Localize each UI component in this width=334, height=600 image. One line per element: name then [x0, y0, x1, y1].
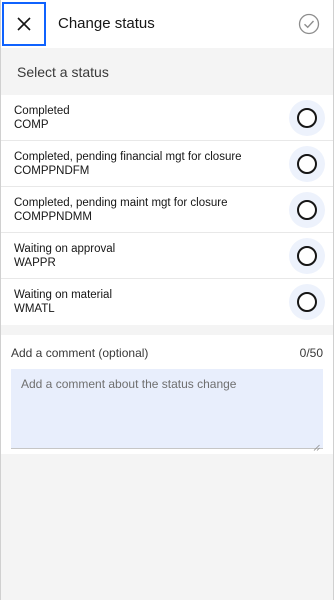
comment-field-wrapper — [11, 363, 323, 454]
comment-textarea[interactable] — [11, 369, 323, 449]
status-option-text: Completed, pending financial mgt for clo… — [14, 150, 242, 178]
status-code: COMP — [14, 118, 49, 131]
status-option-comppndmm[interactable]: Completed, pending maint mgt for closure… — [1, 187, 333, 233]
status-list: Completed COMP Completed, pending financ… — [1, 95, 333, 325]
resize-handle-icon[interactable] — [313, 444, 320, 451]
radio-circle-icon — [297, 107, 317, 128]
radio-button[interactable] — [289, 237, 325, 274]
status-code: COMPPNDMM — [14, 210, 92, 223]
status-option-text: Completed COMP — [14, 104, 70, 132]
page-title: Change status — [58, 15, 155, 32]
character-counter: 0/50 — [299, 346, 323, 360]
radio-circle-icon — [297, 292, 317, 312]
status-code: COMPPNDFM — [14, 164, 90, 177]
close-button[interactable] — [2, 1, 46, 46]
status-description: Completed — [14, 104, 70, 117]
status-description: Completed, pending maint mgt for closure — [14, 196, 228, 209]
status-code: WAPPR — [14, 256, 56, 269]
radio-circle-icon — [297, 199, 317, 220]
panel-header: Change status — [1, 0, 333, 48]
comment-section: Add a comment (optional) 0/50 — [1, 335, 333, 454]
confirm-button[interactable] — [285, 0, 333, 48]
status-description: Completed, pending financial mgt for clo… — [14, 150, 242, 163]
status-description: Waiting on approval — [14, 242, 116, 255]
status-description: Waiting on material — [14, 289, 113, 301]
comment-label: Add a comment (optional) — [11, 346, 149, 360]
status-option-wmatl[interactable]: Waiting on material WMATL — [1, 279, 333, 325]
radio-button[interactable] — [289, 284, 325, 320]
status-option-text: Waiting on material WMATL — [14, 288, 112, 316]
status-option-comppndfm[interactable]: Completed, pending financial mgt for clo… — [1, 141, 333, 187]
status-option-text: Completed, pending maint mgt for closure… — [14, 196, 228, 224]
section-divider — [1, 325, 333, 335]
status-option-text: Waiting on approval WAPPR — [14, 242, 115, 270]
radio-button[interactable] — [289, 145, 325, 182]
radio-circle-icon — [297, 153, 317, 174]
status-option-comp[interactable]: Completed COMP — [1, 95, 333, 141]
close-icon — [17, 16, 31, 31]
checkmark-circle-icon — [298, 13, 320, 34]
section-label: Select a status — [1, 48, 333, 95]
radio-button[interactable] — [289, 191, 325, 228]
radio-circle-icon — [297, 245, 317, 266]
comment-header: Add a comment (optional) 0/50 — [11, 343, 323, 363]
radio-button[interactable] — [289, 99, 325, 136]
change-status-panel: Change status Select a status Completed … — [0, 0, 334, 600]
status-code: WMATL — [14, 303, 55, 315]
status-option-wappr[interactable]: Waiting on approval WAPPR — [1, 233, 333, 279]
